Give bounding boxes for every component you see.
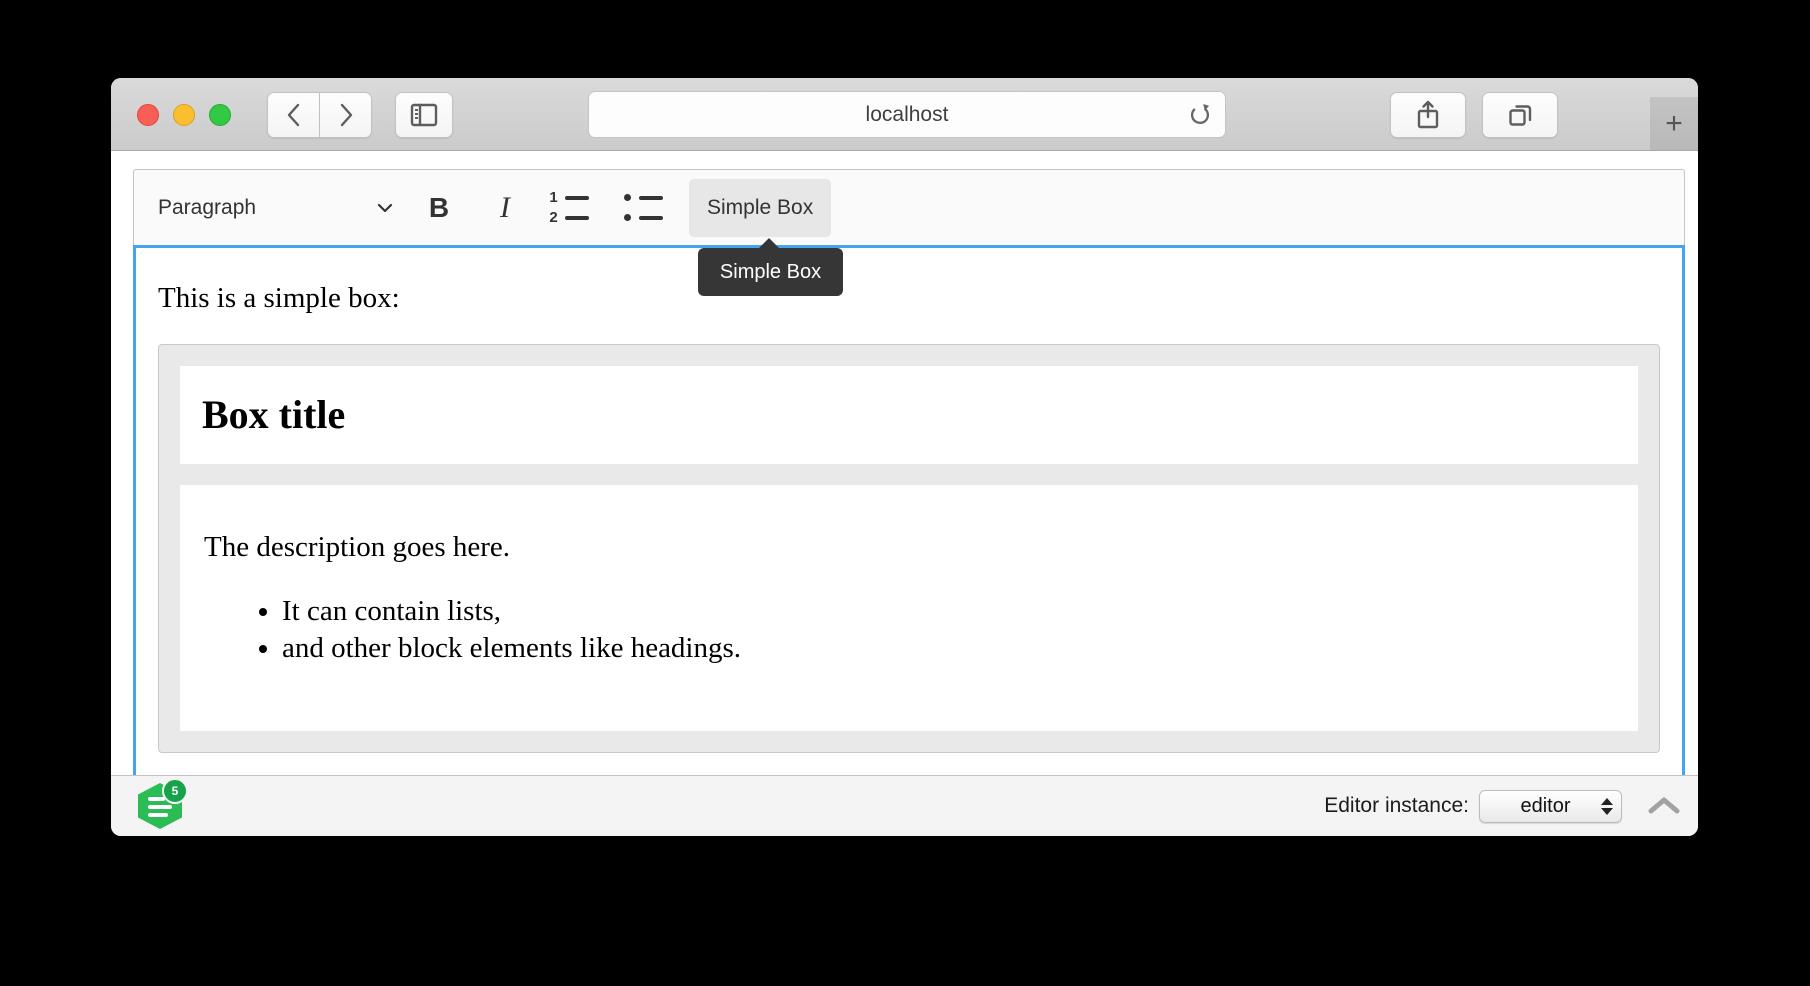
screen-background: localhost bbox=[0, 0, 1810, 986]
simple-box-button[interactable]: Simple Box bbox=[689, 179, 831, 237]
numbered-list-icon: 2 bbox=[549, 212, 589, 224]
plus-icon: + bbox=[1665, 109, 1683, 139]
inspector-bar: 5 Editor instance: editor bbox=[111, 775, 1698, 836]
back-button[interactable] bbox=[267, 92, 320, 138]
italic-icon: I bbox=[500, 191, 510, 225]
share-icon bbox=[1415, 100, 1441, 130]
numbered-list-icon: 1 bbox=[549, 192, 589, 204]
back-icon bbox=[285, 102, 303, 128]
browser-window: localhost bbox=[111, 78, 1698, 836]
reload-icon bbox=[1187, 102, 1213, 128]
forward-button[interactable] bbox=[320, 92, 372, 138]
bold-icon: B bbox=[429, 192, 449, 224]
titlebar-right-buttons bbox=[1390, 92, 1558, 138]
reload-button[interactable] bbox=[1187, 102, 1213, 133]
editor-toolbar: Paragraph B I 1 2 bbox=[133, 169, 1685, 245]
bulleted-list-icon bbox=[623, 212, 663, 224]
simple-box-widget[interactable]: Box title The description goes here. It … bbox=[158, 344, 1660, 753]
sidebar-icon bbox=[410, 103, 438, 127]
forward-icon bbox=[337, 102, 355, 128]
italic-button[interactable]: I bbox=[483, 186, 527, 230]
web-page: Paragraph B I 1 2 bbox=[111, 151, 1698, 775]
list-item[interactable]: It can contain lists, bbox=[282, 593, 1614, 630]
intro-paragraph[interactable]: This is a simple box: bbox=[158, 278, 1660, 318]
simple-box-button-label: Simple Box bbox=[707, 196, 813, 220]
editor-instance-value: editor bbox=[1496, 795, 1595, 818]
badge-count: 5 bbox=[172, 784, 179, 798]
list-item[interactable]: and other block elements like headings. bbox=[282, 630, 1614, 667]
tooltip-text: Simple Box bbox=[720, 261, 821, 284]
chevron-down-icon bbox=[377, 203, 393, 213]
window-controls bbox=[137, 104, 231, 126]
heading-dropdown[interactable]: Paragraph bbox=[158, 185, 393, 231]
numbered-list-button[interactable]: 1 2 bbox=[549, 186, 601, 230]
sidebar-toggle-button[interactable] bbox=[395, 92, 453, 138]
browser-titlebar: localhost bbox=[111, 78, 1698, 151]
inspector-badge: 5 bbox=[162, 778, 188, 804]
simple-box-title-section[interactable]: Box title bbox=[180, 366, 1638, 464]
address-bar[interactable]: localhost bbox=[588, 91, 1226, 138]
editor-instance-select[interactable]: editor bbox=[1479, 790, 1622, 823]
editor-instance-label: Editor instance: bbox=[1324, 794, 1469, 818]
description-list: It can contain lists, and other block el… bbox=[204, 593, 1614, 667]
history-nav-group bbox=[267, 92, 372, 138]
tabs-overview-icon bbox=[1507, 102, 1534, 129]
bulleted-list-button[interactable] bbox=[623, 186, 675, 230]
simple-box-tooltip: Simple Box bbox=[698, 248, 843, 296]
address-url: localhost bbox=[866, 103, 949, 127]
bulleted-list-icon bbox=[623, 192, 663, 204]
zoom-window-button[interactable] bbox=[209, 104, 231, 126]
editor-editable-area[interactable]: This is a simple box: Box title The desc… bbox=[133, 245, 1685, 775]
new-tab-button[interactable]: + bbox=[1650, 97, 1698, 150]
description-paragraph[interactable]: The description goes here. bbox=[204, 527, 1614, 567]
chevron-up-icon bbox=[1648, 797, 1680, 815]
select-arrows-icon bbox=[1601, 798, 1613, 815]
simple-box-description-section[interactable]: The description goes here. It can contai… bbox=[180, 485, 1638, 731]
tooltip-caret bbox=[758, 238, 780, 249]
bold-button[interactable]: B bbox=[417, 186, 461, 230]
heading-dropdown-label: Paragraph bbox=[158, 196, 256, 220]
collapse-inspector-button[interactable] bbox=[1648, 797, 1680, 815]
minimize-window-button[interactable] bbox=[173, 104, 195, 126]
close-window-button[interactable] bbox=[137, 104, 159, 126]
show-all-tabs-button[interactable] bbox=[1482, 92, 1558, 138]
box-title-heading[interactable]: Box title bbox=[202, 392, 1616, 438]
inspector-logo-button[interactable]: 5 bbox=[138, 781, 184, 831]
share-button[interactable] bbox=[1390, 92, 1466, 138]
